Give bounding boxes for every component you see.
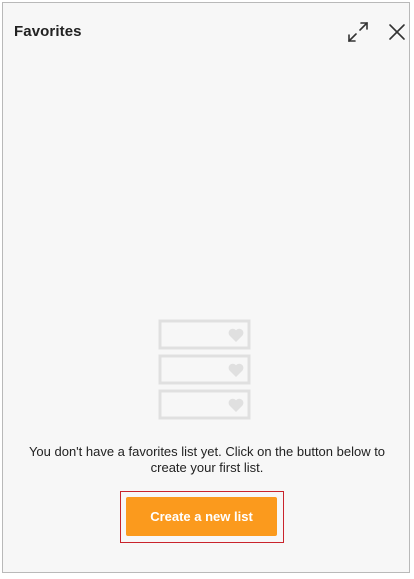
expand-button[interactable] — [345, 19, 371, 45]
panel-title: Favorites — [14, 23, 82, 40]
panel-header: Favorites — [3, 3, 409, 59]
expand-icon — [348, 22, 368, 42]
empty-state-message: You don't have a favorites list yet. Cli… — [13, 444, 401, 476]
favorites-list-illustration — [158, 319, 251, 420]
close-icon — [389, 24, 405, 40]
empty-state-message-line1: You don't have a favorites list yet. Cli… — [28, 444, 386, 459]
empty-state-message-line2: create your first list. — [150, 460, 264, 475]
create-new-list-button[interactable]: Create a new list — [126, 497, 277, 536]
favorites-panel: Favorites You don't have a favorites lis… — [2, 2, 410, 573]
close-button[interactable] — [384, 19, 410, 45]
